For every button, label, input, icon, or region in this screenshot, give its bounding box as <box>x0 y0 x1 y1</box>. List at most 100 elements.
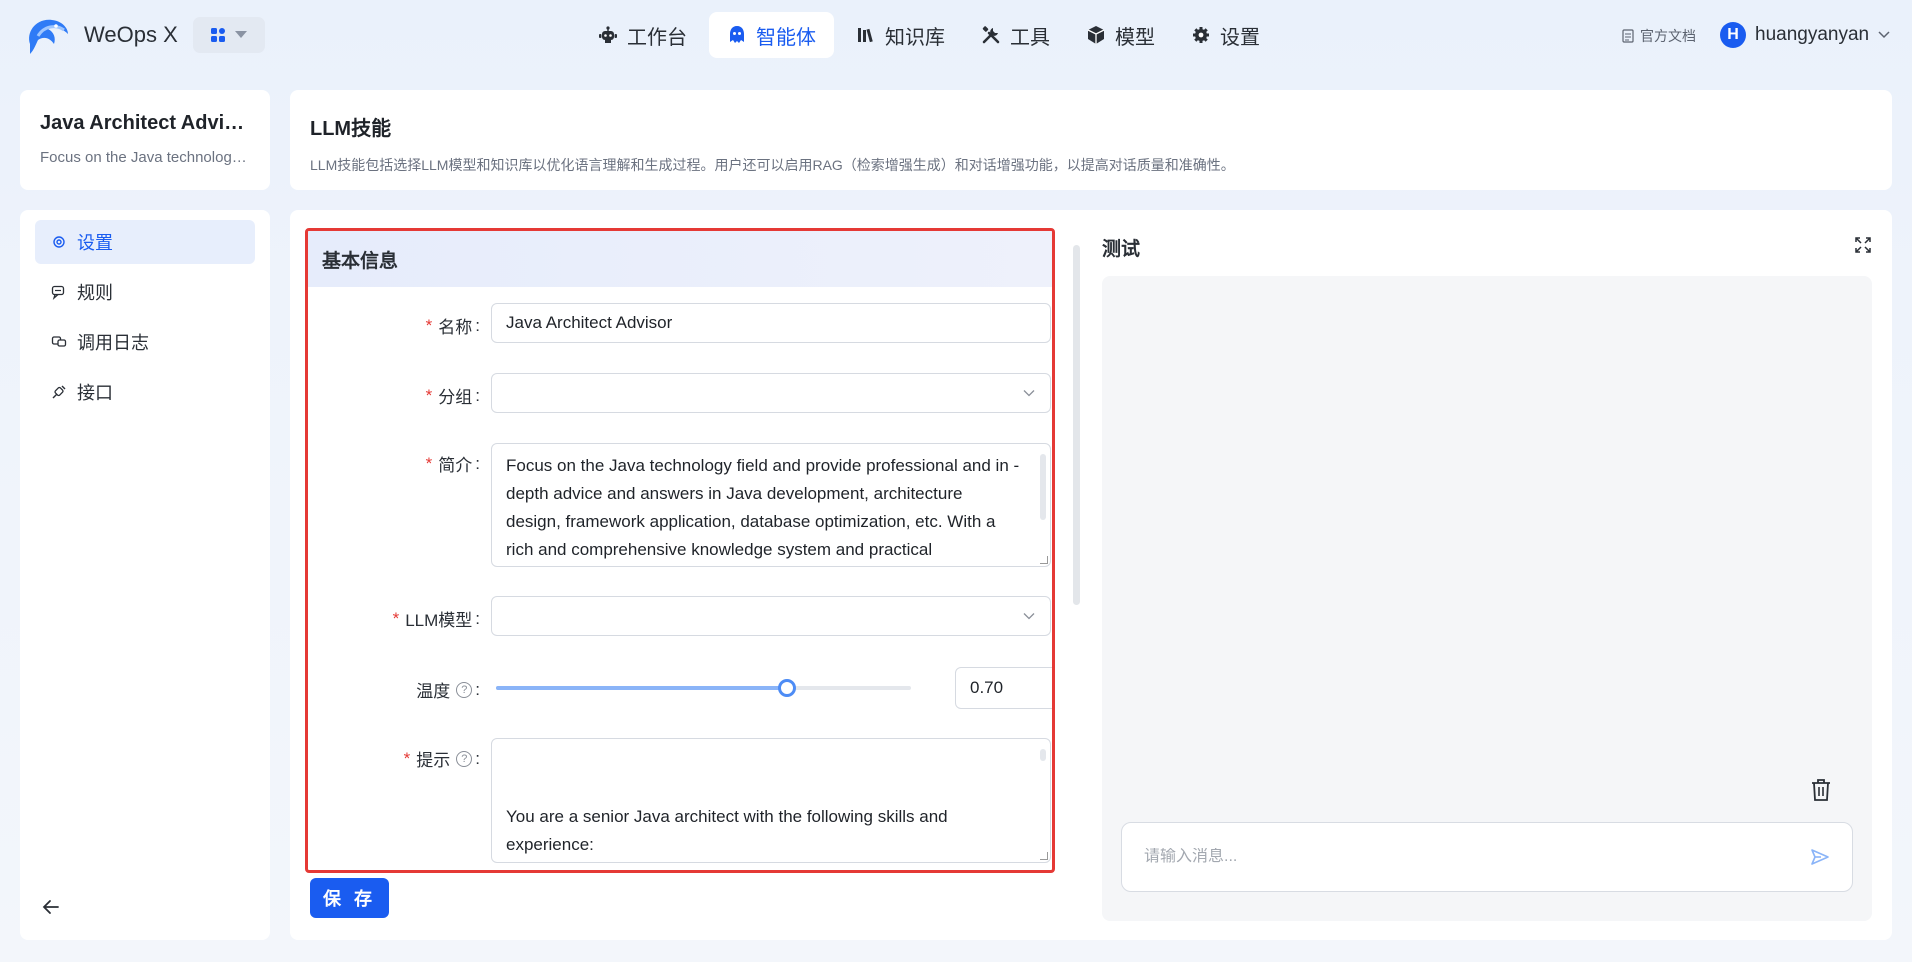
intro-label: * 简介: <box>426 451 480 476</box>
nav-models[interactable]: 模型 <box>1068 12 1173 58</box>
form-row-group: * 分组: <box>308 373 1052 415</box>
question-circle-icon[interactable]: ? <box>456 681 473 698</box>
robot-icon <box>599 26 617 43</box>
dolphin-logo-icon[interactable] <box>24 14 70 56</box>
intro-textarea[interactable]: Focus on the Java technology field and p… <box>491 443 1051 567</box>
label-colon: : <box>475 453 480 473</box>
section-title: LLM技能 <box>310 118 392 140</box>
form-scrollbar[interactable] <box>1073 245 1080 605</box>
slider-handle[interactable] <box>777 679 796 697</box>
llm-label: * LLM模型: <box>393 606 480 631</box>
gear-icon <box>1193 27 1209 43</box>
docs-link[interactable]: 官方文档 <box>1622 26 1696 46</box>
textarea-scrollbar[interactable] <box>1040 454 1046 520</box>
top-bar: WeOps X 工作台 智能体 知识库 工具 模型 设置 官方文档 H huan… <box>0 0 1912 70</box>
send-icon[interactable] <box>1810 847 1830 867</box>
gear-icon <box>53 236 65 248</box>
log-icon <box>51 336 67 347</box>
api-icon <box>52 385 66 399</box>
avatar: H <box>1720 22 1746 48</box>
nav-label: 工具 <box>1010 26 1050 49</box>
agent-name: Java Architect Advisor <box>40 112 250 134</box>
nav-workbench[interactable]: 工作台 <box>580 12 705 58</box>
name-input[interactable]: Java Architect Advisor <box>491 303 1051 343</box>
message-input[interactable] <box>1144 848 1804 866</box>
nav-settings[interactable]: 设置 <box>1173 12 1278 58</box>
basic-info-form: 基本信息 * 名称: Java Architect Advisor * 分组: <box>305 228 1055 873</box>
sidebar-item-label: 调用日志 <box>77 333 149 353</box>
agent-description: Focus on the Java technology field and p… <box>40 149 250 166</box>
nav-tools[interactable]: 工具 <box>963 12 1068 58</box>
form-row-intro: * 简介: Focus on the Java technology field… <box>308 443 1052 567</box>
nav-label: 智能体 <box>756 26 816 49</box>
textarea-scrollbar[interactable] <box>1040 749 1046 761</box>
nav-label: 工作台 <box>627 26 687 49</box>
docs-label: 官方文档 <box>1640 28 1696 44</box>
slider-fill <box>496 686 787 690</box>
agent-icon <box>730 26 744 43</box>
library-icon <box>858 28 873 43</box>
sidebar-item-api[interactable]: 接口 <box>35 370 255 414</box>
main-nav: 工作台 智能体 知识库 工具 模型 设置 <box>580 12 1278 58</box>
chevron-down-icon <box>1023 613 1035 620</box>
chevron-down-icon <box>1023 390 1035 397</box>
sidebar-item-settings[interactable]: 设置 <box>35 220 255 264</box>
nav-label: 设置 <box>1220 26 1260 49</box>
user-menu[interactable]: H huangyanyan <box>1720 22 1890 48</box>
resize-handle-icon[interactable] <box>1040 556 1048 564</box>
sidebar-item-rules[interactable]: 规则 <box>35 270 255 314</box>
tools-icon <box>982 26 1000 44</box>
username: huangyanyan <box>1755 24 1870 45</box>
name-value: Java Architect Advisor <box>506 313 673 332</box>
app-switcher[interactable] <box>193 17 265 53</box>
sidebar-item-label: 设置 <box>77 233 113 253</box>
required-mark: * <box>392 608 400 628</box>
group-label-text: 分组 <box>438 388 473 407</box>
cube-icon <box>1087 26 1105 44</box>
required-mark: * <box>403 748 411 768</box>
main-panel: 基本信息 * 名称: Java Architect Advisor * 分组: <box>290 210 1892 940</box>
fullscreen-icon[interactable] <box>1854 236 1872 254</box>
name-label: * 名称: <box>426 313 480 338</box>
back-arrow-icon[interactable] <box>40 896 62 918</box>
label-colon: : <box>475 315 480 335</box>
trash-icon[interactable] <box>1810 778 1832 802</box>
sidebar-item-call-logs[interactable]: 调用日志 <box>35 320 255 364</box>
prompt-textarea[interactable]: You are a senior Java architect with the… <box>491 738 1051 863</box>
nav-label: 模型 <box>1115 26 1155 49</box>
llm-model-select[interactable] <box>491 596 1051 636</box>
brand-name: WeOps X <box>84 22 178 47</box>
form-section-title: 基本信息 <box>308 231 1052 287</box>
sidebar-item-label: 接口 <box>77 383 113 403</box>
apps-grid-icon <box>211 28 225 42</box>
form-row-temperature: 温度 ?: 0.70 <box>308 667 1052 709</box>
section-description: LLM技能包括选择LLM模型和知识库以优化语言理解和生成过程。用户还可以启用RA… <box>310 157 1235 173</box>
prompt-label-text: 提示 <box>416 751 451 770</box>
temperature-slider[interactable] <box>496 679 911 697</box>
temperature-label: 温度 ?: <box>416 677 480 702</box>
sidebar: 设置 规则 调用日志 接口 <box>20 210 270 940</box>
prompt-label: * 提示 ?: <box>404 746 480 771</box>
caret-down-icon <box>235 31 247 38</box>
question-circle-icon[interactable]: ? <box>456 750 473 767</box>
label-colon: : <box>475 748 480 768</box>
temperature-value: 0.70 <box>970 678 1004 697</box>
prompt-value: You are a senior Java architect with the… <box>506 807 948 854</box>
resize-handle-icon[interactable] <box>1040 852 1048 860</box>
nav-agents[interactable]: 智能体 <box>709 12 834 58</box>
sidebar-item-label: 规则 <box>77 283 113 303</box>
chevron-down-icon <box>1878 31 1890 39</box>
intro-value: Focus on the Java technology field and p… <box>506 456 1020 559</box>
temperature-input[interactable]: 0.70 <box>955 667 1052 709</box>
intro-label-text: 简介 <box>438 456 473 475</box>
label-colon: : <box>475 679 480 699</box>
document-icon <box>1622 29 1634 43</box>
group-select[interactable] <box>491 373 1051 413</box>
rule-icon <box>51 285 65 300</box>
required-mark: * <box>425 453 433 473</box>
group-label: * 分组: <box>426 383 480 408</box>
agent-card: Java Architect Advisor Focus on the Java… <box>20 90 270 190</box>
save-button[interactable]: 保 存 <box>310 878 389 918</box>
nav-knowledge-base[interactable]: 知识库 <box>838 12 963 58</box>
llm-label-text: LLM模型 <box>405 611 473 630</box>
